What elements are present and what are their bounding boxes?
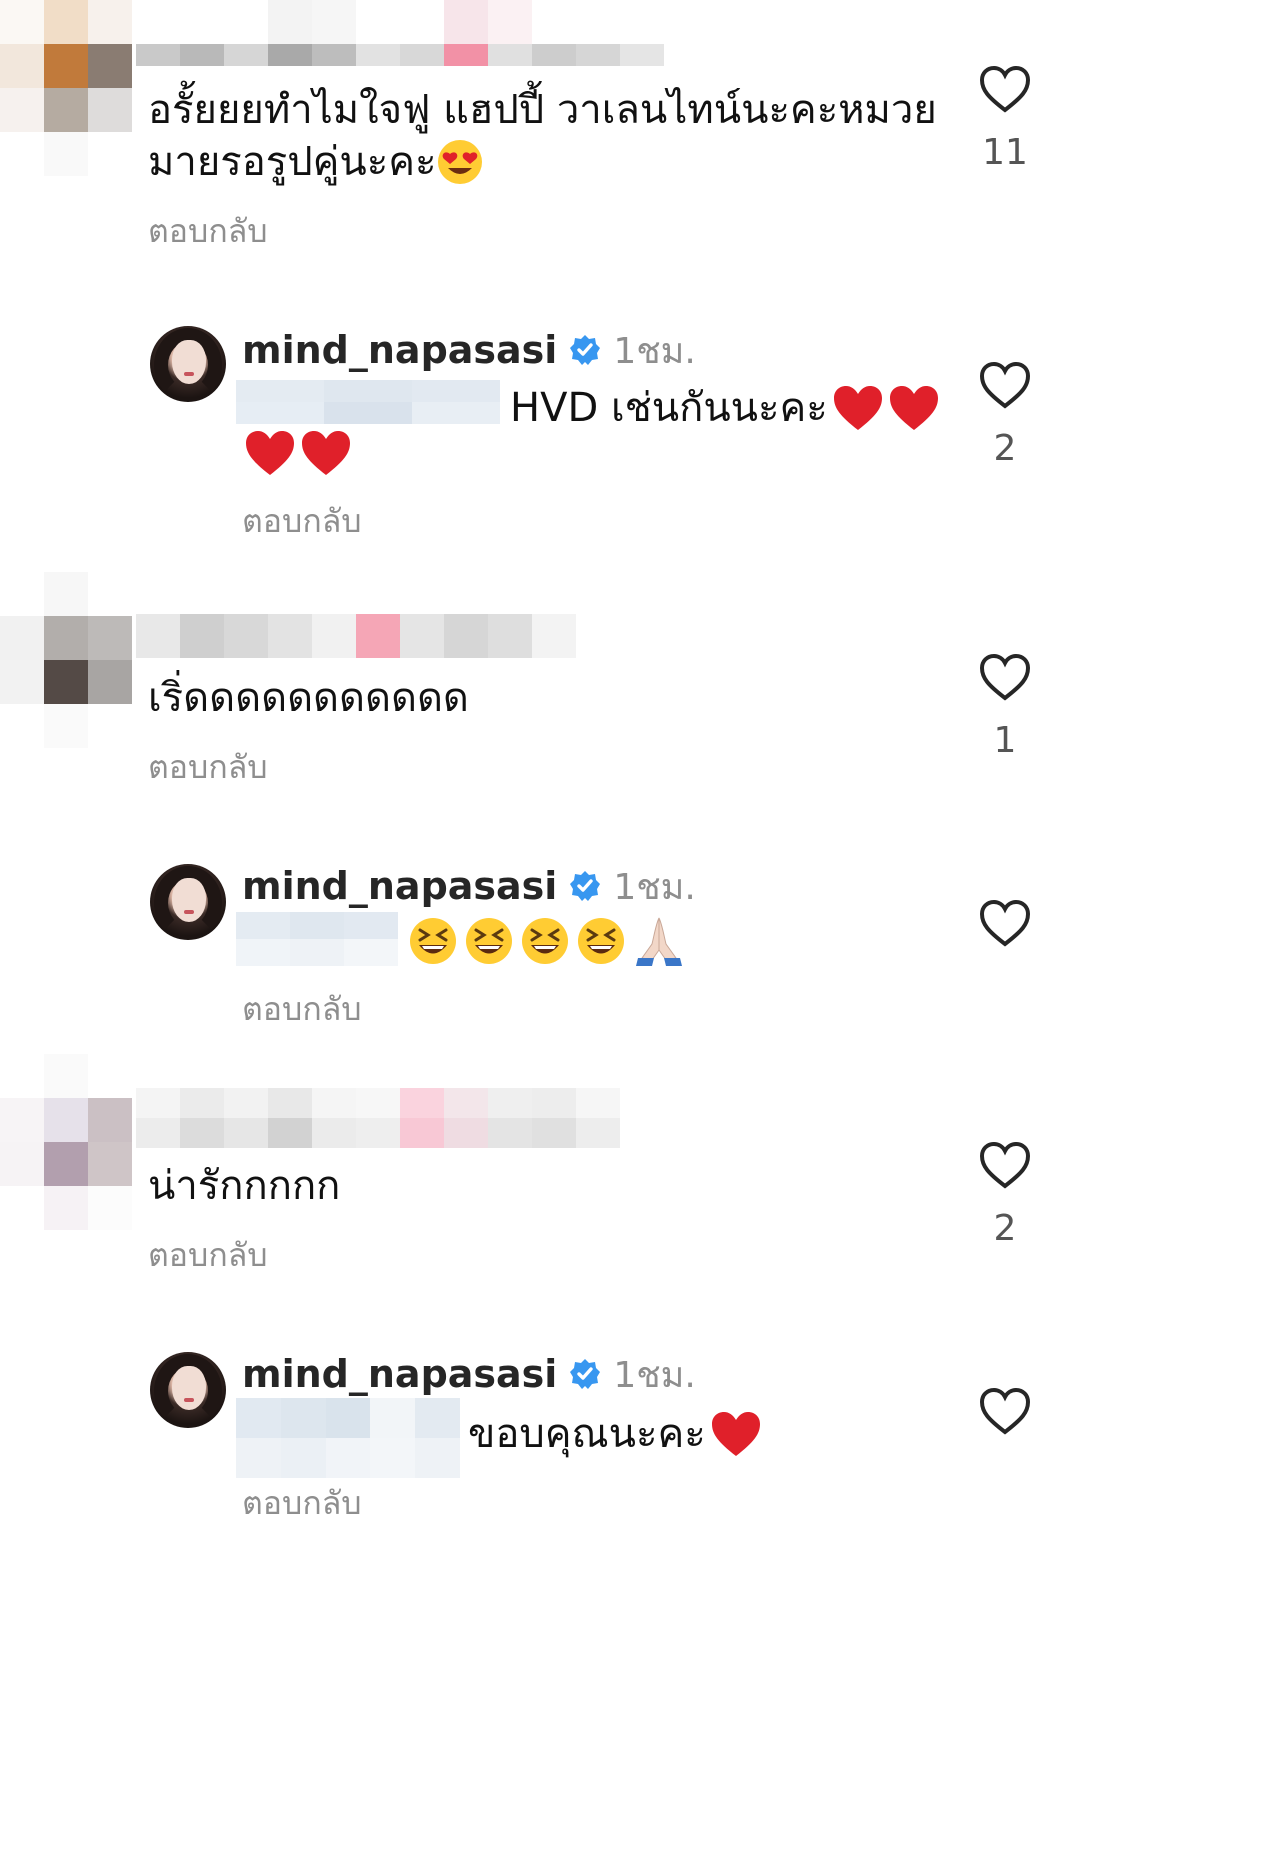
verified-badge-icon	[570, 1359, 601, 1389]
red-heart-emoji	[833, 386, 882, 430]
avatar-blurred[interactable]	[0, 572, 132, 748]
comment-text: มายรอรูปคู่นะคะ	[148, 139, 437, 185]
red-heart-emoji	[302, 431, 350, 475]
comment-text: HVD เช่นกันนะคะ	[510, 385, 828, 431]
verified-badge-icon	[570, 871, 601, 901]
red-heart-emoji	[711, 1412, 760, 1456]
like-heart-icon[interactable]	[978, 64, 1032, 114]
verified-badge-icon	[570, 335, 601, 365]
username[interactable]: mind_napasasi 1ชม.	[242, 1350, 696, 1398]
like-heart-icon[interactable]	[978, 898, 1032, 948]
username-blurred[interactable]	[136, 0, 664, 66]
reply-link[interactable]: ตอบกลับ	[148, 742, 268, 793]
like-heart-icon[interactable]	[978, 1386, 1032, 1436]
grinning-squinting-emoji	[522, 918, 568, 964]
comment-text-line2: มายรอรูปคู่นะคะ	[148, 134, 484, 190]
like-count: 11	[982, 132, 1028, 173]
avatar[interactable]	[150, 864, 226, 940]
mention-blurred[interactable]	[236, 1398, 460, 1478]
folded-hands-emoji	[636, 917, 682, 966]
username-text[interactable]: mind_napasasi	[242, 864, 557, 908]
username-blurred[interactable]	[136, 1088, 620, 1148]
timestamp: 1ชม.	[613, 866, 696, 908]
reply-link[interactable]: ตอบกลับ	[242, 496, 362, 547]
reply-link[interactable]: ตอบกลับ	[148, 206, 268, 257]
reply-text-row: HVD เช่นกันนะคะ	[510, 380, 940, 436]
reply-link[interactable]: ตอบกลับ	[242, 1478, 362, 1529]
comment-text: เริ่ดดดดดดดดดดด	[148, 675, 469, 721]
mention-blurred[interactable]	[236, 380, 500, 424]
like-count: 2	[993, 428, 1017, 469]
grinning-squinting-emoji	[466, 918, 512, 964]
reply-link[interactable]: ตอบกลับ	[148, 1230, 268, 1281]
like-heart-icon[interactable]	[978, 652, 1032, 702]
reply-emoji-row	[408, 914, 686, 968]
heart-eyes-emoji	[438, 140, 483, 184]
like-heart-icon[interactable]	[978, 360, 1032, 410]
username-text[interactable]: mind_napasasi	[242, 328, 557, 372]
avatar[interactable]	[150, 1352, 226, 1428]
grinning-squinting-emoji	[578, 918, 624, 964]
comment-text: น่ารักกกกก	[148, 1163, 341, 1209]
username-blurred[interactable]	[136, 614, 576, 658]
reply-link[interactable]: ตอบกลับ	[242, 984, 362, 1035]
like-count: 1	[993, 720, 1017, 761]
mention-blurred[interactable]	[236, 912, 398, 966]
timestamp: 1ชม.	[613, 1354, 696, 1396]
grinning-squinting-emoji	[410, 918, 456, 964]
reply-text-row: ขอบคุณนะคะ	[468, 1406, 762, 1462]
username-text[interactable]: mind_napasasi	[242, 1352, 557, 1396]
red-heart-emoji	[246, 431, 294, 475]
reply-text-row2	[244, 428, 352, 478]
like-count: 2	[993, 1208, 1017, 1249]
comment-text: ขอบคุณนะคะ	[468, 1411, 706, 1457]
avatar[interactable]	[150, 326, 226, 402]
timestamp: 1ชม.	[613, 330, 696, 372]
username[interactable]: mind_napasasi 1ชม.	[242, 326, 696, 374]
avatar-blurred[interactable]	[0, 0, 132, 176]
red-heart-emoji	[889, 386, 938, 430]
username[interactable]: mind_napasasi 1ชม.	[242, 862, 696, 910]
avatar-blurred[interactable]	[0, 1054, 132, 1230]
comment-text: อรั้ยยยทำไมใจฟู แฮปปี้ วาเลนไทน์นะคะหมวย	[148, 87, 937, 133]
like-heart-icon[interactable]	[978, 1140, 1032, 1190]
